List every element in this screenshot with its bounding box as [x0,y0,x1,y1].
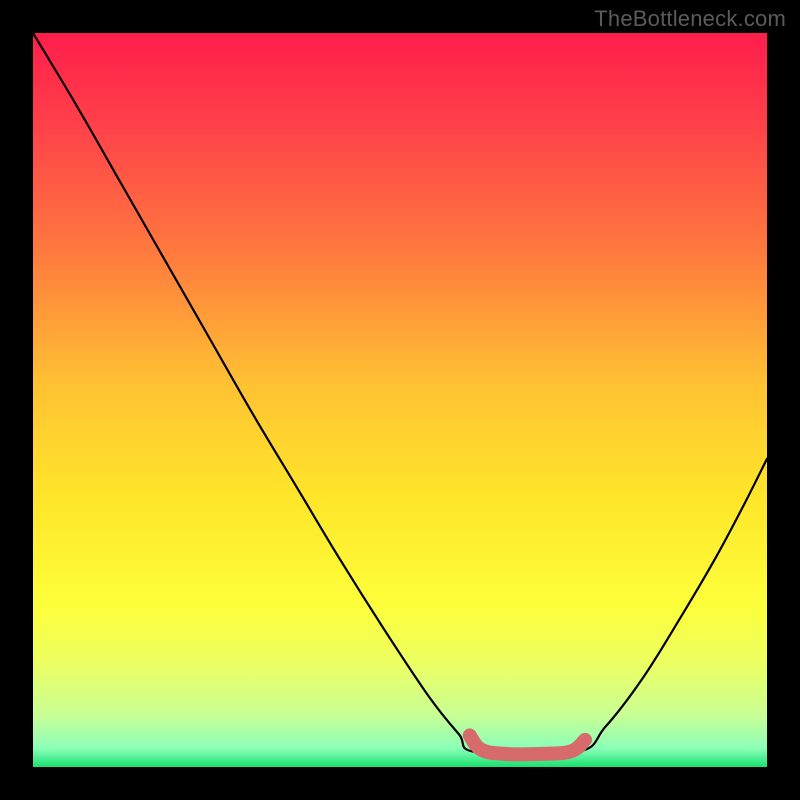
chart-canvas [33,33,767,767]
bottleneck-chart [33,33,767,767]
watermark-text: TheBottleneck.com [594,6,786,32]
